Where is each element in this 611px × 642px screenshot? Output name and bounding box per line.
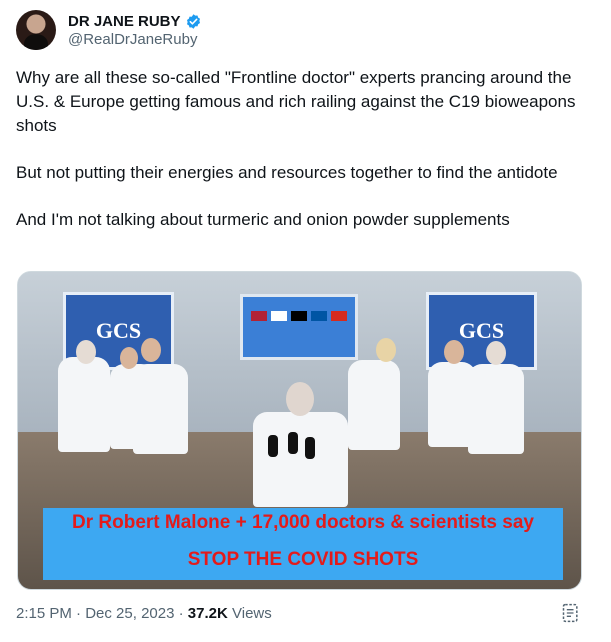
post-media-image[interactable]: GCS GCS Dr Robert Malone + 17,000 doctor… xyxy=(17,271,582,590)
post-time[interactable]: 2:15 PM xyxy=(16,605,72,622)
bookmark-icon[interactable] xyxy=(561,603,581,623)
post-paragraph: But not putting their energies and resou… xyxy=(16,163,558,182)
person-head xyxy=(76,340,96,364)
flag-icon xyxy=(311,311,327,321)
author-handle[interactable]: @RealDrJaneRuby xyxy=(68,31,202,48)
views-count: 37.2K xyxy=(187,605,228,622)
gcs-logo-text: GCS xyxy=(458,318,505,343)
microphone-icon xyxy=(288,432,298,454)
author-name[interactable]: DR JANE RUBY xyxy=(68,13,181,30)
flag-icon xyxy=(271,311,287,321)
meta-separator: · xyxy=(178,605,184,622)
post-text: Why are all these so-called "Frontline d… xyxy=(16,66,586,255)
speaker-figure xyxy=(253,412,348,507)
person-head xyxy=(120,347,138,369)
gcs-panel-right: GCS xyxy=(426,292,537,370)
person-figure xyxy=(348,360,400,450)
caption-banner: Dr Robert Malone + 17,000 doctors & scie… xyxy=(43,508,563,580)
person-head xyxy=(486,341,506,365)
post-date[interactable]: Dec 25, 2023 xyxy=(85,605,174,622)
speaker-head xyxy=(286,382,314,416)
flag-icon xyxy=(251,311,267,321)
author-block: DR JANE RUBY @RealDrJaneRuby xyxy=(68,13,202,48)
verified-badge-icon xyxy=(186,13,200,29)
avatar[interactable] xyxy=(16,10,56,50)
flag-icon xyxy=(291,311,307,321)
author-name-row[interactable]: DR JANE RUBY xyxy=(68,13,202,30)
flags-screen xyxy=(240,294,358,360)
post-meta: 2:15 PM · Dec 25, 2023 · 37.2K Views xyxy=(16,605,272,622)
person-head xyxy=(376,338,396,362)
post-paragraph: And I'm not talking about turmeric and o… xyxy=(16,210,510,229)
flag-icon xyxy=(331,311,347,321)
person-figure xyxy=(58,357,110,452)
microphone-icon xyxy=(268,435,278,457)
person-head xyxy=(141,338,161,362)
person-figure xyxy=(468,364,524,454)
person-figure xyxy=(133,364,188,454)
post-header: DR JANE RUBY @RealDrJaneRuby xyxy=(16,10,202,50)
meta-separator: · xyxy=(76,605,82,622)
gcs-logo-text: GCS xyxy=(95,318,142,343)
views-label: Views xyxy=(232,605,272,622)
banner-line-2: STOP THE COVID SHOTS xyxy=(187,549,419,570)
post-paragraph: Why are all these so-called "Frontline d… xyxy=(16,68,576,135)
person-head xyxy=(444,340,464,364)
banner-line-1: Dr Robert Malone + 17,000 doctors & scie… xyxy=(72,512,534,533)
microphone-icon xyxy=(305,437,315,459)
